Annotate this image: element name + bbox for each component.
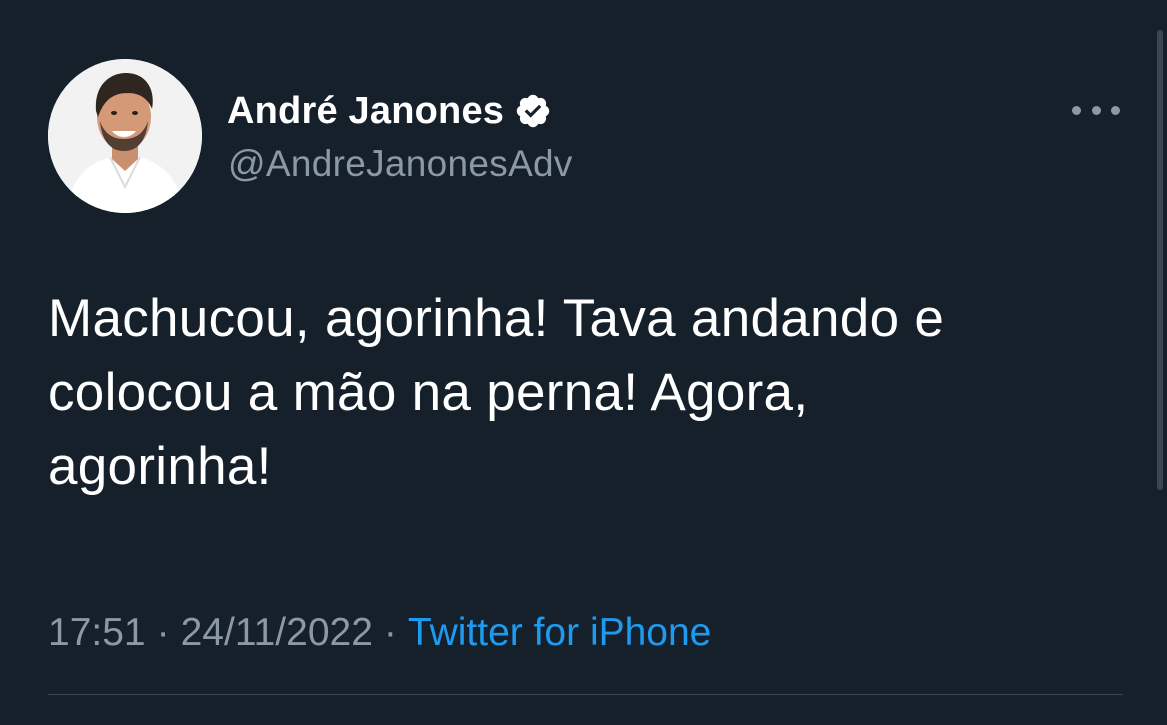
tweet-text: Machucou, agorinha! Tava andando e coloc… bbox=[48, 282, 1138, 504]
verified-badge-icon bbox=[516, 94, 550, 128]
tweet-text-line: Machucou, agorinha! Tava andando e bbox=[48, 289, 945, 348]
author-name-row[interactable]: André Janones bbox=[227, 86, 552, 136]
tweet-source-link[interactable]: Twitter for iPhone bbox=[408, 611, 711, 655]
avatar[interactable] bbox=[48, 59, 202, 213]
tweet-time[interactable]: 17:51 bbox=[48, 611, 146, 655]
more-options-icon[interactable] bbox=[1072, 96, 1120, 124]
separator: · bbox=[383, 611, 397, 654]
scrollbar[interactable] bbox=[1157, 30, 1163, 490]
dot bbox=[1091, 105, 1101, 115]
display-name[interactable]: André Janones bbox=[227, 90, 504, 133]
tweet-date[interactable]: 24/11/2022 bbox=[181, 611, 373, 655]
tweet-card: André Janones @AndreJanonesAdv Machucou,… bbox=[0, 0, 1167, 725]
user-handle[interactable]: @AndreJanonesAdv bbox=[228, 143, 573, 185]
tweet-metadata: 17:51 · 24/11/2022 · Twitter for iPhone bbox=[48, 606, 711, 660]
separator: · bbox=[156, 611, 170, 654]
divider bbox=[48, 694, 1123, 695]
avatar-image bbox=[48, 59, 202, 213]
dot bbox=[1072, 105, 1081, 115]
dot bbox=[1111, 105, 1120, 115]
tweet-text-line: agorinha! bbox=[48, 437, 272, 496]
tweet-text-line: colocou a mão na perna! Agora, bbox=[48, 363, 809, 422]
